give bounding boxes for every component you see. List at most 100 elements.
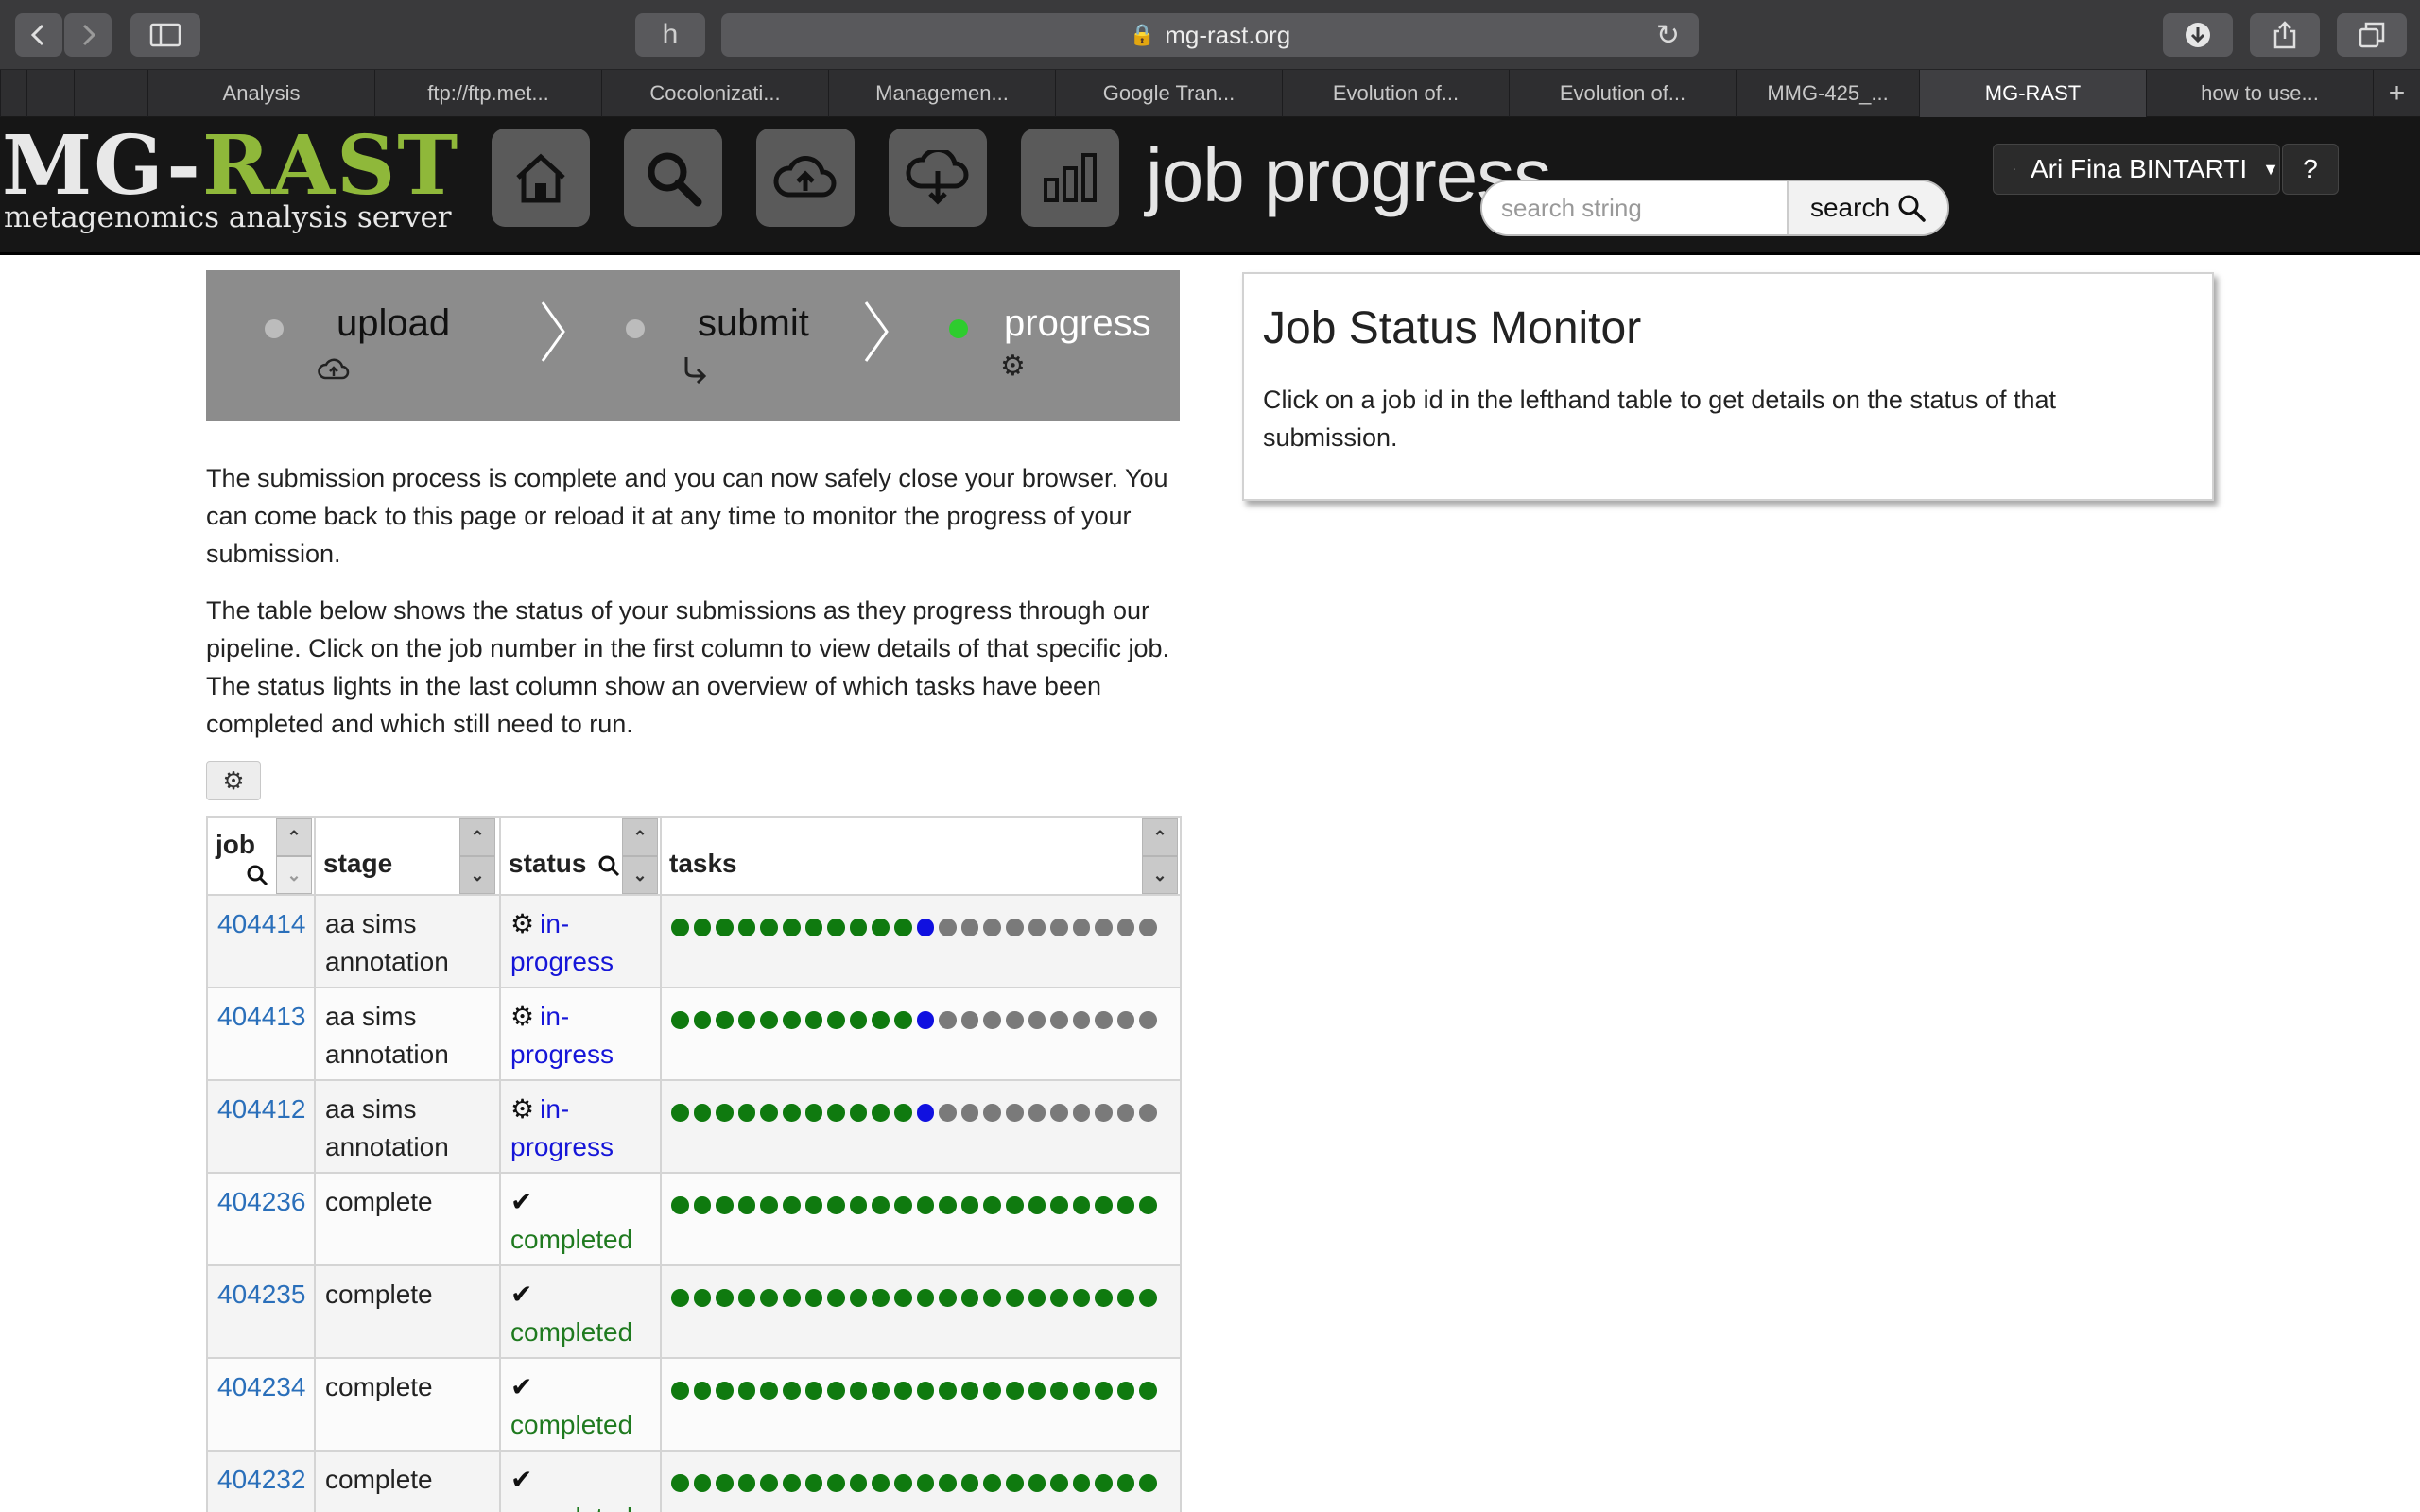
tab-label: ftp://ftp.met... [427,81,549,105]
tab-label: Managemen... [875,81,1009,105]
task-status-light [693,1289,712,1307]
tab-label: how to use... [2201,81,2319,105]
job-cell: 404412 [206,1079,316,1174]
sort-desc-icon[interactable]: ⌄ [459,856,495,894]
job-id-link[interactable]: 404235 [217,1280,305,1309]
job-id-link[interactable]: 404234 [217,1372,305,1401]
address-bar[interactable]: 🔒 mg-rast.org ↻ [721,13,1699,57]
task-status-light [939,1196,957,1214]
sort-desc-icon[interactable]: ⌄ [622,856,658,894]
tab-overview-button[interactable] [2337,13,2407,57]
task-status-light [671,1104,689,1122]
task-status-light [1116,1382,1135,1400]
status-cell: ✔ completed [499,1450,662,1512]
tab[interactable]: MMG-425_... [1736,70,1919,117]
sort-desc-icon[interactable]: ⌄ [1142,856,1178,894]
tasks-cell [660,894,1182,988]
job-id-link[interactable]: 404413 [217,1002,305,1031]
tab[interactable]: Evolution of... [1509,70,1736,117]
extension-button[interactable]: h [635,13,705,57]
sort-asc-icon[interactable]: ⌃ [622,818,658,856]
site-logo[interactable]: MG-RAST metagenomics analysis server [0,117,458,255]
sort-asc-icon[interactable]: ⌃ [1142,818,1178,856]
status-label: completed [510,1317,633,1347]
tab-pinned[interactable] [26,70,74,117]
sort-control[interactable]: ⌃ ⌄ [1142,818,1178,894]
job-id-link[interactable]: 404414 [217,909,305,938]
search-input[interactable] [1482,181,1785,234]
status-label: completed [510,1503,632,1512]
task-status-light [760,1104,778,1122]
job-id-link[interactable]: 404236 [217,1187,305,1216]
task-status-light [737,1011,756,1029]
task-status-light [1139,1011,1158,1029]
sort-control[interactable]: ⌃ ⌄ [459,818,495,894]
job-id-link[interactable]: 404412 [217,1094,305,1124]
forward-button[interactable] [64,13,112,57]
task-status-light [827,1382,845,1400]
sort-control[interactable]: ⌃ ⌄ [276,818,312,894]
sidebar-button[interactable] [130,13,200,57]
job-cell: 404236 [206,1172,316,1266]
download-nav-button[interactable] [889,129,987,227]
column-header-tasks: tasks ⌃ ⌄ [660,816,1182,896]
jobs-table-body: 404414 aa sims annotation ⚙ in-progress 4044… [206,894,1182,1512]
task-status-light [872,1104,890,1122]
back-button[interactable] [15,13,62,57]
gears-icon: ⚙ [1000,351,1026,382]
monitor-text: Click on a job id in the lefthand table … [1263,386,2057,452]
tabs-overview-icon [2359,22,2385,48]
task-status-light [737,919,756,936]
task-status-light [782,1474,801,1492]
tab[interactable]: Google Tran... [1055,70,1282,117]
tab-pinned[interactable] [74,70,147,117]
downloads-button[interactable] [2163,13,2233,57]
home-button[interactable] [492,129,590,227]
job-id-link[interactable]: 404232 [217,1465,305,1494]
search-icon [1898,195,1926,222]
site-header: MG-RAST metagenomics analysis server job… [0,117,2420,255]
tab[interactable]: ftp://ftp.met... [374,70,601,117]
sort-control[interactable]: ⌃ ⌄ [622,818,658,894]
step-submit-label[interactable]: submit [698,302,809,345]
step-progress-label[interactable]: progress [1004,302,1151,345]
user-menu[interactable]: Ari Fina BINTARTI ▼ [1993,144,2280,195]
task-status-light [939,919,957,936]
search-nav-button[interactable] [624,129,722,227]
tab[interactable]: how to use... [2146,70,2373,117]
task-status-light [760,919,778,936]
search-button[interactable]: search [1787,181,1947,234]
share-button[interactable] [2250,13,2320,57]
new-tab-button[interactable]: + [2373,70,2420,117]
step-upload-label[interactable]: upload [337,302,450,345]
tab[interactable]: Managemen... [828,70,1055,117]
intro-paragraph-2: The table below shows the status of your… [206,596,1170,738]
help-button[interactable]: ? [2282,144,2339,195]
tab[interactable]: Cocolonizati... [601,70,828,117]
column-search-icon[interactable] [246,864,268,893]
task-status-light [671,1474,689,1492]
sort-asc-icon[interactable]: ⌃ [459,818,495,856]
tab-pinned[interactable] [0,70,26,117]
tab[interactable]: Evolution of... [1282,70,1509,117]
logo-rast: RAST [201,118,460,214]
task-status-light [716,1289,734,1307]
task-status-light [782,1382,801,1400]
sort-desc-icon[interactable]: ⌄ [276,856,312,894]
tab[interactable]: Analysis [147,70,374,117]
header-label: job [216,830,255,859]
tab-label: Evolution of... [1559,81,1686,105]
tab-active[interactable]: MG-RAST [1919,70,2146,117]
upload-nav-button[interactable] [756,129,855,227]
task-status-light [872,1196,890,1214]
analysis-nav-button[interactable] [1021,129,1119,227]
task-status-lights [671,998,1172,1029]
task-status-light [804,919,823,936]
reload-icon[interactable]: ↻ [1656,19,1680,52]
column-search-icon[interactable] [597,854,620,877]
task-status-light [849,1289,868,1307]
table-settings-button[interactable]: ⚙ [206,761,261,800]
sort-asc-icon[interactable]: ⌃ [276,818,312,856]
task-status-light [939,1474,957,1492]
task-status-light [1072,1011,1091,1029]
